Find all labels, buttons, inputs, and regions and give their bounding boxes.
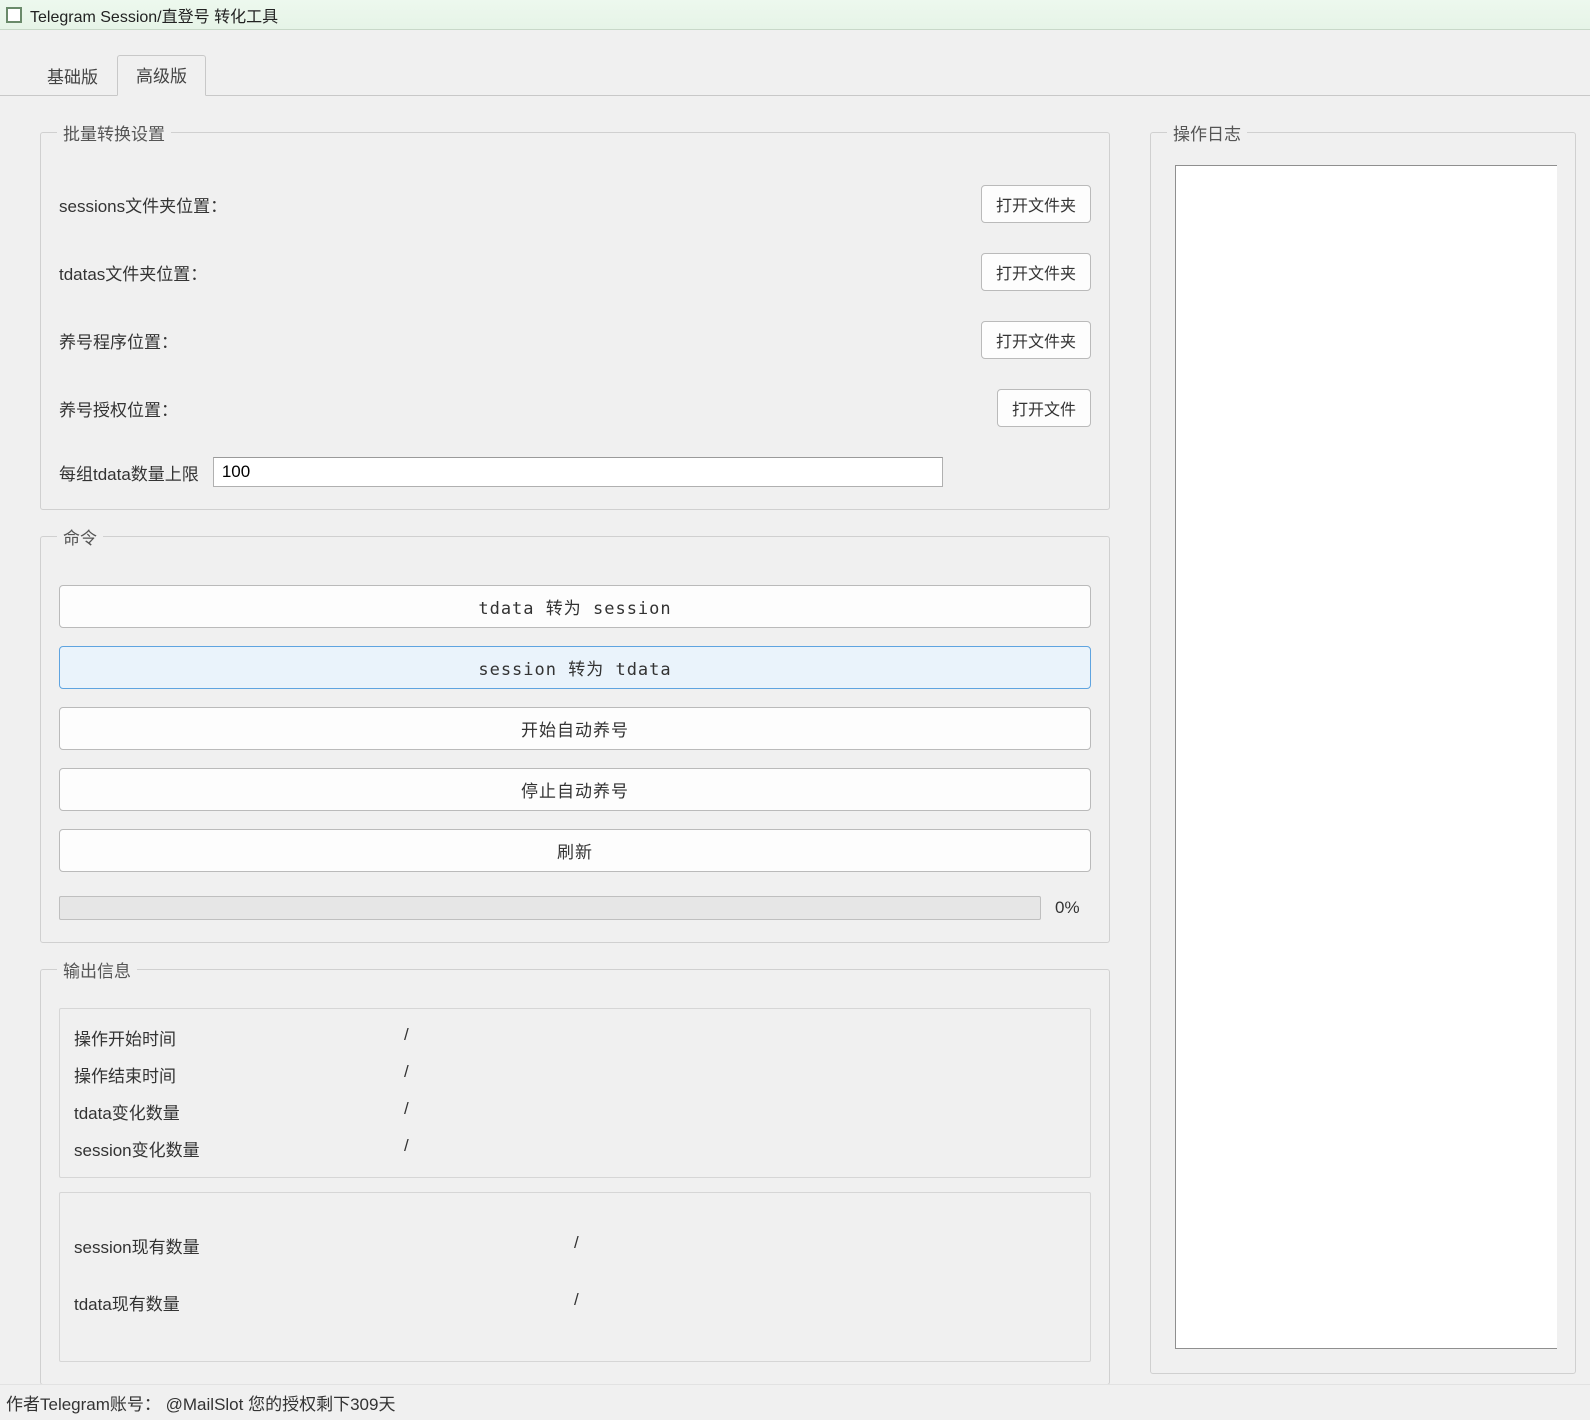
out-end-time: 操作结束时间 / <box>74 1056 1076 1093</box>
tab-body: 批量转换设置 sessions文件夹位置： 打开文件夹 tdatas文件夹位置：… <box>0 96 1590 1384</box>
row-tdatas-folder: tdatas文件夹位置： 打开文件夹 <box>59 253 1091 291</box>
status-bar: 作者Telegram账号： @MailSlot 您的授权剩下309天 <box>0 1384 1590 1420</box>
tdata-delta-label: tdata变化数量 <box>74 1099 404 1124</box>
progress-percent: 0% <box>1055 898 1091 918</box>
commands-group: 命令 tdata 转为 session session 转为 tdata 开始自… <box>40 524 1110 943</box>
client-area: 基础版 高级版 批量转换设置 sessions文件夹位置： 打开文件夹 tdat… <box>0 30 1590 1384</box>
out-session-count: session现有数量 / <box>74 1217 1076 1274</box>
output-legend: 输出信息 <box>57 957 137 982</box>
sessions-folder-label: sessions文件夹位置： <box>59 192 227 217</box>
open-auth-file-button[interactable]: 打开文件 <box>997 389 1091 427</box>
batch-settings-legend: 批量转换设置 <box>57 120 171 145</box>
tdata-to-session-button[interactable]: tdata 转为 session <box>59 585 1091 628</box>
open-sessions-folder-button[interactable]: 打开文件夹 <box>981 185 1091 223</box>
progress-row: 0% <box>59 896 1091 920</box>
session-to-tdata-button[interactable]: session 转为 tdata <box>59 646 1091 689</box>
output-block-2: session现有数量 / tdata现有数量 / <box>59 1192 1091 1362</box>
start-farm-button[interactable]: 开始自动养号 <box>59 707 1091 750</box>
out-tdata-delta: tdata变化数量 / <box>74 1093 1076 1130</box>
tdatas-folder-label: tdatas文件夹位置： <box>59 260 207 285</box>
output-group: 输出信息 操作开始时间 / 操作结束时间 / tdata变化数量 / <box>40 957 1110 1384</box>
tab-advanced[interactable]: 高级版 <box>117 55 206 96</box>
left-column: 批量转换设置 sessions文件夹位置： 打开文件夹 tdatas文件夹位置：… <box>40 120 1110 1374</box>
tdata-count-label: tdata现有数量 <box>74 1290 574 1315</box>
start-time-value: / <box>404 1025 409 1050</box>
title-bar: Telegram Session/直登号 转化工具 <box>0 0 1590 30</box>
row-farmer-folder: 养号程序位置： 打开文件夹 <box>59 321 1091 359</box>
app-icon <box>6 7 22 23</box>
tdata-limit-input[interactable] <box>213 457 943 487</box>
batch-settings-group: 批量转换设置 sessions文件夹位置： 打开文件夹 tdatas文件夹位置：… <box>40 120 1110 510</box>
open-farmer-folder-button[interactable]: 打开文件夹 <box>981 321 1091 359</box>
log-legend: 操作日志 <box>1167 120 1247 145</box>
output-block-1: 操作开始时间 / 操作结束时间 / tdata变化数量 / session变化数… <box>59 1008 1091 1178</box>
log-textarea[interactable] <box>1175 165 1557 1349</box>
progress-bar <box>59 896 1041 920</box>
tdata-count-value: / <box>574 1290 579 1315</box>
tdata-limit-label: 每组tdata数量上限 <box>59 460 199 485</box>
session-delta-label: session变化数量 <box>74 1136 404 1161</box>
start-time-label: 操作开始时间 <box>74 1025 404 1050</box>
tdata-delta-value: / <box>404 1099 409 1124</box>
stop-farm-button[interactable]: 停止自动养号 <box>59 768 1091 811</box>
tab-basic[interactable]: 基础版 <box>28 56 117 96</box>
out-tdata-count: tdata现有数量 / <box>74 1274 1076 1331</box>
refresh-button[interactable]: 刷新 <box>59 829 1091 872</box>
out-start-time: 操作开始时间 / <box>74 1019 1076 1056</box>
row-auth-file: 养号授权位置： 打开文件 <box>59 389 1091 427</box>
session-count-value: / <box>574 1233 579 1258</box>
row-tdata-limit: 每组tdata数量上限 <box>59 457 1091 487</box>
session-delta-value: / <box>404 1136 409 1161</box>
out-session-delta: session变化数量 / <box>74 1130 1076 1167</box>
commands-legend: 命令 <box>57 524 103 549</box>
window-title: Telegram Session/直登号 转化工具 <box>30 3 278 27</box>
end-time-value: / <box>404 1062 409 1087</box>
tab-strip: 基础版 高级版 <box>0 54 1590 96</box>
session-count-label: session现有数量 <box>74 1233 574 1258</box>
row-sessions-folder: sessions文件夹位置： 打开文件夹 <box>59 185 1091 223</box>
open-tdatas-folder-button[interactable]: 打开文件夹 <box>981 253 1091 291</box>
right-column: 操作日志 <box>1150 120 1576 1374</box>
auth-file-label: 养号授权位置： <box>59 396 178 421</box>
end-time-label: 操作结束时间 <box>74 1062 404 1087</box>
log-group: 操作日志 <box>1150 120 1576 1374</box>
farmer-folder-label: 养号程序位置： <box>59 328 178 353</box>
status-text: 作者Telegram账号： @MailSlot 您的授权剩下309天 <box>6 1390 395 1415</box>
